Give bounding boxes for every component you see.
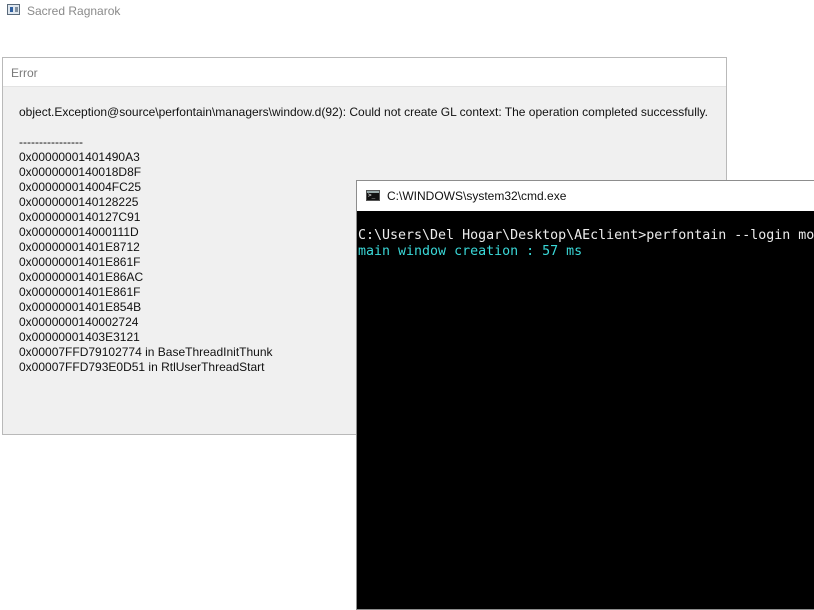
app-window-icon — [7, 4, 20, 15]
stack-frame: 0x00000001401E86AC — [19, 270, 144, 284]
stack-frame: 0x000000014000111D — [19, 225, 139, 239]
stack-frame: 0x0000000140128225 — [19, 195, 139, 209]
error-dialog-title: Error — [11, 66, 38, 80]
app-titlebar[interactable]: Sacred Ragnarok — [0, 0, 814, 22]
console-output-line: main window creation : 57 ms — [358, 244, 583, 259]
stack-frame: 0x00000001403E3121 — [19, 330, 140, 344]
console-output[interactable]: C:\Users\Del Hogar\Desktop\AEclient>perf… — [357, 211, 814, 609]
cmd-window[interactable]: C:\WINDOWS\system32\cmd.exe C:\Users\Del… — [356, 180, 814, 610]
stack-frame: 0x00000001401E861F — [19, 285, 141, 299]
stack-frame: 0x00007FFD79102774 in BaseThreadInitThun… — [19, 345, 273, 359]
error-message: object.Exception@source\perfontain\manag… — [19, 105, 709, 119]
stack-frame: 0x0000000140018D8F — [19, 165, 142, 179]
error-dialog-titlebar[interactable]: Error — [3, 58, 726, 87]
cmd-titlebar[interactable]: C:\WINDOWS\system32\cmd.exe — [357, 181, 814, 211]
console-prompt-line: C:\Users\Del Hogar\Desktop\AEclient>perf… — [358, 228, 814, 243]
console-icon — [366, 190, 380, 201]
cmd-title: C:\WINDOWS\system32\cmd.exe — [387, 189, 567, 203]
stack-frame: 0x00000001401E861F — [19, 255, 141, 269]
stack-frame: 0x00000001401490A3 — [19, 150, 140, 164]
error-separator: ---------------- — [19, 135, 83, 149]
stack-frame: 0x00000001401E854B — [19, 300, 142, 314]
stack-frame: 0x00000001401E8712 — [19, 240, 140, 254]
stack-frame: 0x00007FFD793E0D51 in RtlUserThreadStart — [19, 360, 265, 374]
stack-frame: 0x0000000140127C91 — [19, 210, 141, 224]
app-title: Sacred Ragnarok — [27, 4, 121, 18]
stack-frame: 0x000000014004FC25 — [19, 180, 142, 194]
stack-frame: 0x0000000140002724 — [19, 315, 139, 329]
stack-trace: 0x00000001401490A3 0x0000000140018D8F 0x… — [19, 150, 273, 375]
